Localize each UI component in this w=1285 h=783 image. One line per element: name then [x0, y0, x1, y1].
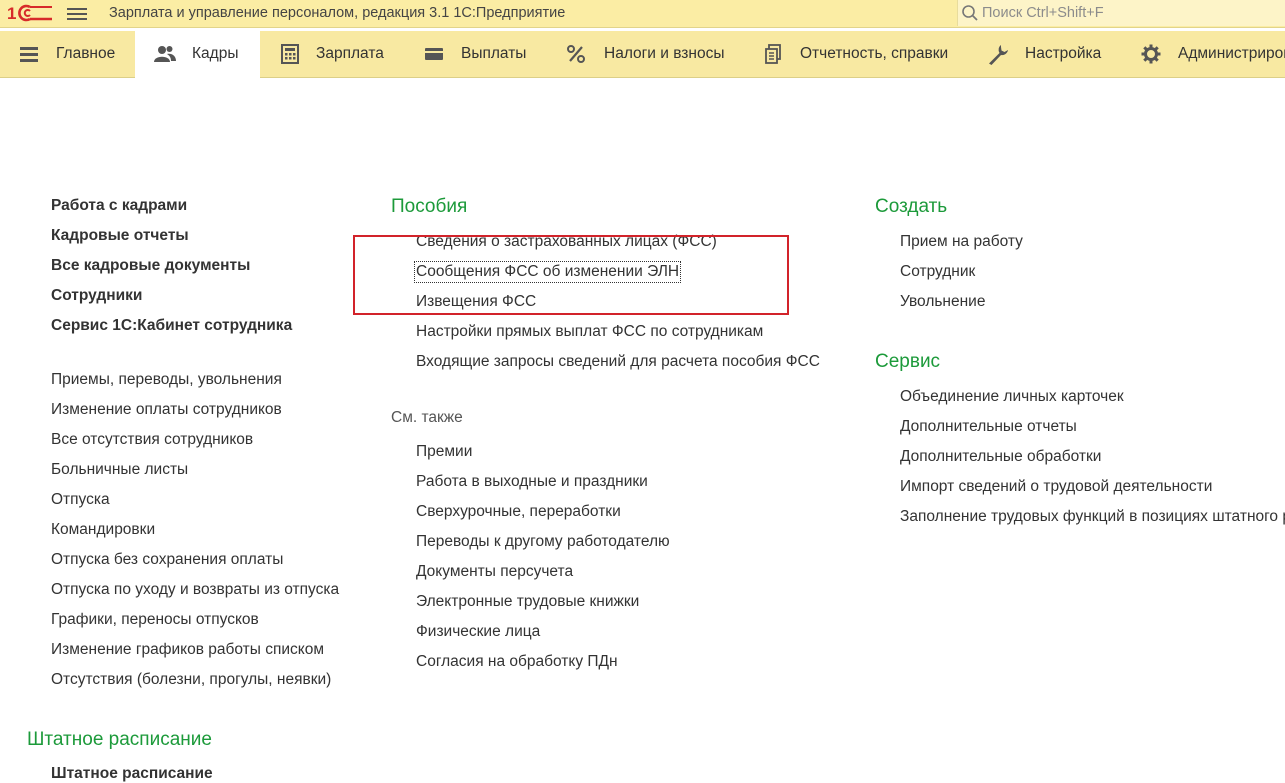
- group-title-staffing: Штатное расписание: [27, 729, 212, 750]
- link-employees[interactable]: Сотрудники: [51, 287, 142, 305]
- link-fill-labor-functions[interactable]: Заполнение трудовых функций в позициях ш…: [900, 508, 1285, 526]
- group-title-benefits: Пособия: [391, 196, 468, 217]
- link-vacation-schedules[interactable]: Графики, переносы отпусков: [51, 611, 259, 629]
- tab-payments[interactable]: Выплаты: [400, 31, 550, 77]
- group-title-service: Сервис: [875, 351, 941, 372]
- link-incoming-fss-requests[interactable]: Входящие запросы сведений для расчета по…: [416, 353, 820, 371]
- svg-text:1: 1: [7, 4, 16, 23]
- link-staffing[interactable]: Штатное расписание: [51, 765, 213, 783]
- calculator-icon: [279, 43, 301, 65]
- link-personnel-reports[interactable]: Кадровые отчеты: [51, 227, 189, 245]
- link-business-trips[interactable]: Командировки: [51, 521, 155, 539]
- tab-reports-label: Отчетность, справки: [800, 45, 949, 62]
- tab-payments-label: Выплаты: [461, 45, 527, 62]
- link-unpaid-leaves[interactable]: Отпуска без сохранения оплаты: [51, 551, 283, 569]
- link-overtime[interactable]: Сверхурочные, переработки: [416, 503, 621, 521]
- title-bar: 1 Зарплата и управление персоналом, реда…: [0, 0, 1285, 28]
- gear-icon: [1140, 43, 1162, 65]
- wrench-icon: [987, 43, 1009, 65]
- link-work-with-personnel[interactable]: Работа с кадрами: [51, 197, 187, 215]
- tab-personnel[interactable]: Кадры: [135, 31, 260, 78]
- tab-salary-label: Зарплата: [316, 45, 384, 62]
- highlight-frame: [353, 235, 789, 315]
- link-direct-payments-settings[interactable]: Настройки прямых выплат ФСС по сотрудник…: [416, 323, 763, 341]
- group-title-see-also: См. также: [391, 409, 463, 426]
- tab-settings-label: Настройка: [1025, 45, 1102, 62]
- link-employee-cabinet-service[interactable]: Сервис 1С:Кабинет сотрудника: [51, 317, 292, 335]
- app-title: Зарплата и управление персоналом, редакц…: [109, 5, 566, 21]
- tab-taxes[interactable]: Налоги и взносы: [550, 31, 745, 77]
- sections-panel: Главное Кадры Зарплата Выплаты Налоги и …: [0, 31, 1285, 78]
- link-create-hiring[interactable]: Прием на работу: [900, 233, 1023, 251]
- link-import-work-activity[interactable]: Импорт сведений о трудовой деятельности: [900, 478, 1212, 496]
- group-title-create: Создать: [875, 196, 948, 217]
- link-vacations[interactable]: Отпуска: [51, 491, 110, 509]
- link-bonuses[interactable]: Премии: [416, 443, 472, 461]
- people-icon: [154, 43, 176, 65]
- link-work-schedule-changes[interactable]: Изменение графиков работы списком: [51, 641, 324, 659]
- link-hirings-transfers-dismissals[interactable]: Приемы, переводы, увольнения: [51, 371, 282, 389]
- wallet-icon: [423, 43, 445, 65]
- link-create-dismissal[interactable]: Увольнение: [900, 293, 985, 311]
- tab-taxes-label: Налоги и взносы: [604, 45, 725, 62]
- tab-reports[interactable]: Отчетность, справки: [745, 31, 970, 77]
- search-icon: [962, 5, 978, 21]
- 1c-logo-icon: 1: [7, 4, 52, 23]
- link-merge-personal-cards[interactable]: Объединение личных карточек: [900, 388, 1124, 406]
- link-personal-data-consents[interactable]: Согласия на обработку ПДн: [416, 653, 618, 671]
- link-additional-processors[interactable]: Дополнительные обработки: [900, 448, 1101, 466]
- link-personal-accounting-documents[interactable]: Документы персучета: [416, 563, 573, 581]
- link-sick-leaves[interactable]: Больничные листы: [51, 461, 188, 479]
- global-search[interactable]: [957, 0, 1285, 26]
- tab-administration[interactable]: Администрирование: [1125, 31, 1285, 77]
- search-input[interactable]: [982, 2, 1272, 24]
- tab-main-label: Главное: [56, 45, 116, 62]
- link-electronic-work-books[interactable]: Электронные трудовые книжки: [416, 593, 639, 611]
- documents-icon: [762, 43, 784, 65]
- link-salary-changes[interactable]: Изменение оплаты сотрудников: [51, 401, 282, 419]
- menu-lines-icon: [18, 43, 40, 65]
- percent-icon: [565, 43, 587, 65]
- link-holiday-work[interactable]: Работа в выходные и праздники: [416, 473, 648, 491]
- tab-personnel-label: Кадры: [192, 45, 239, 62]
- tab-settings[interactable]: Настройка: [970, 31, 1125, 77]
- main-menu-icon[interactable]: [67, 5, 87, 21]
- tab-administration-label: Администрирование: [1178, 45, 1285, 62]
- link-transfers-to-other-employer[interactable]: Переводы к другому работодателю: [416, 533, 670, 551]
- tab-salary[interactable]: Зарплата: [260, 31, 400, 77]
- link-all-personnel-documents[interactable]: Все кадровые документы: [51, 257, 250, 275]
- link-individuals[interactable]: Физические лица: [416, 623, 540, 641]
- tab-main[interactable]: Главное: [0, 31, 135, 77]
- link-create-employee[interactable]: Сотрудник: [900, 263, 975, 281]
- link-all-absences[interactable]: Все отсутствия сотрудников: [51, 431, 253, 449]
- link-additional-reports[interactable]: Дополнительные отчеты: [900, 418, 1077, 436]
- link-parental-leaves[interactable]: Отпуска по уходу и возвраты из отпуска: [51, 581, 339, 599]
- link-absences[interactable]: Отсутствия (болезни, прогулы, неявки): [51, 671, 331, 689]
